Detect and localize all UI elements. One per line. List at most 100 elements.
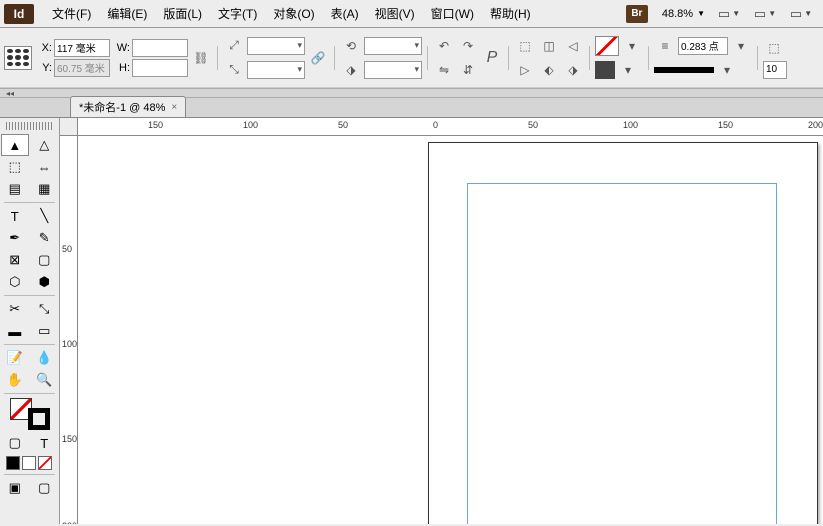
constrain-icon[interactable]: ⛓ [190, 47, 212, 69]
scissors-tool[interactable]: ✂ [1, 298, 29, 320]
rotate-dropdown[interactable] [364, 37, 422, 55]
shear-icon: ⬗ [340, 59, 362, 81]
opacity-input[interactable] [763, 61, 787, 79]
w-input[interactable] [132, 39, 188, 57]
y-input[interactable] [54, 59, 110, 77]
direct-selection-tool[interactable]: △ [31, 134, 59, 156]
type-tool[interactable]: T [1, 205, 29, 227]
free-transform-tool[interactable]: ⤡ [31, 298, 59, 320]
menu-edit[interactable]: 编辑(E) [99, 1, 155, 26]
scale-y-icon: ⤡ [223, 59, 245, 81]
normal-view-icon[interactable]: ▣ [1, 477, 29, 499]
menu-layout[interactable]: 版面(L) [155, 1, 210, 26]
stroke-style-arrow[interactable]: ▾ [716, 59, 738, 81]
gradient-swatch-tool[interactable]: ▬ [1, 320, 29, 342]
gradient-feather-tool[interactable]: ▭ [31, 320, 59, 342]
reference-point[interactable] [4, 46, 32, 70]
p-icon[interactable]: P [481, 47, 503, 69]
apply-color-swatch[interactable] [6, 456, 20, 470]
stroke-style[interactable] [654, 67, 714, 73]
hand-tool[interactable]: ✋ [1, 369, 29, 391]
menu-table[interactable]: 表(A) [323, 1, 367, 26]
bridge-button[interactable]: Br [626, 5, 648, 23]
stroke-weight-input[interactable] [678, 37, 728, 55]
rotate-cw-icon[interactable]: ↷ [457, 35, 479, 57]
app-logo: Id [4, 4, 34, 24]
control-panel: X: Y: W: H: ⛓ ⤢ ⤡ 🔗 ⟲ [0, 28, 823, 88]
workspace-icon[interactable]: ▭▼ [789, 4, 813, 24]
fill-swatch[interactable] [595, 61, 615, 79]
text-frame[interactable] [467, 183, 777, 524]
link-icon[interactable]: 🔗 [307, 47, 329, 69]
stroke-color[interactable] [28, 408, 50, 430]
screen-mode-icon[interactable]: ▭▼ [717, 4, 741, 24]
preview-view-icon[interactable]: ▢ [31, 477, 59, 499]
stroke-swatch[interactable] [595, 36, 619, 56]
menu-help[interactable]: 帮助(H) [482, 1, 539, 26]
rotate-ccw-icon[interactable]: ↶ [433, 35, 455, 57]
rotate-icon: ⟲ [340, 35, 362, 57]
pencil-tool[interactable]: ✎ [31, 227, 59, 249]
fill-stroke-control[interactable] [10, 398, 50, 430]
eyedropper-tool[interactable]: 💧 [31, 347, 59, 369]
apply-gradient-swatch[interactable] [22, 456, 36, 470]
selection-tool[interactable]: ▲ [1, 134, 29, 156]
collapse-icon: ◂◂ [6, 89, 14, 98]
menu-window[interactable]: 窗口(W) [423, 1, 482, 26]
rectangle-frame-tool[interactable]: ⊠ [1, 249, 29, 271]
menu-object[interactable]: 对象(O) [265, 1, 322, 26]
w-label: W: [116, 42, 130, 54]
page[interactable] [428, 142, 818, 524]
select-last-icon[interactable]: ⬗ [562, 59, 584, 81]
fill-arrow-icon[interactable]: ▾ [617, 59, 639, 81]
tab-close-icon[interactable]: × [171, 102, 177, 113]
flip-v-icon[interactable]: ⇵ [457, 59, 479, 81]
zoom-level[interactable]: 48.8%▼ [656, 8, 711, 20]
line-tool[interactable]: ╲ [31, 205, 59, 227]
content-tool[interactable]: ▤ [1, 178, 29, 200]
scale-x-dropdown[interactable] [247, 37, 305, 55]
page-tool[interactable]: ⬚ [1, 156, 29, 178]
select-prev-icon[interactable]: ◁ [562, 35, 584, 57]
h-label: H: [116, 62, 130, 74]
stroke-weight-arrow[interactable]: ▾ [730, 35, 752, 57]
x-input[interactable] [54, 39, 110, 57]
fx-icon[interactable]: ⬚ [763, 37, 785, 59]
formatting-container-icon[interactable]: ▢ [1, 432, 29, 454]
document-tabs: *未命名-1 @ 48% × [0, 98, 823, 118]
flip-h-icon[interactable]: ⇋ [433, 59, 455, 81]
zoom-tool[interactable]: 🔍 [31, 369, 59, 391]
polygon-tool[interactable]: ⬡ [1, 271, 29, 293]
apply-none-swatch[interactable] [38, 456, 52, 470]
arrange-icon[interactable]: ▭▼ [753, 4, 777, 24]
menu-bar: Id 文件(F) 编辑(E) 版面(L) 文字(T) 对象(O) 表(A) 视图… [0, 0, 823, 28]
toolbox: ▲△ ⬚⇔ ▤▦ T╲ ✒✎ ⊠▢ ⬡⬢ ✂⤡ ▬▭ 📝💧 ✋🔍 ▢T ▣▢ [0, 118, 60, 524]
gap-tool[interactable]: ⇔ [31, 156, 59, 178]
canvas[interactable] [78, 136, 823, 524]
note-tool[interactable]: 📝 [1, 347, 29, 369]
vertical-ruler[interactable]: 50 100 150 200 [60, 136, 78, 524]
menu-view[interactable]: 视图(V) [367, 1, 423, 26]
horizontal-ruler[interactable]: 150 100 50 0 50 100 150 200 [78, 118, 823, 136]
scale-y-dropdown[interactable] [247, 61, 305, 79]
scale-x-icon: ⤢ [223, 35, 245, 57]
formatting-text-icon[interactable]: T [31, 432, 59, 454]
polygon-frame-tool[interactable]: ⬢ [31, 271, 59, 293]
h-input[interactable] [132, 59, 188, 77]
y-label: Y: [38, 62, 52, 74]
shear-dropdown[interactable] [364, 61, 422, 79]
document-tab[interactable]: *未命名-1 @ 48% × [70, 96, 186, 117]
select-first-icon[interactable]: ⬖ [538, 59, 560, 81]
content-tool2[interactable]: ▦ [31, 178, 59, 200]
document-tab-title: *未命名-1 @ 48% [79, 99, 165, 115]
select-container-icon[interactable]: ⬚ [514, 35, 536, 57]
select-content-icon[interactable]: ◫ [538, 35, 560, 57]
stroke-arrow-icon[interactable]: ▾ [621, 35, 643, 57]
ruler-origin[interactable] [60, 118, 78, 136]
menu-file[interactable]: 文件(F) [44, 1, 99, 26]
menu-text[interactable]: 文字(T) [210, 1, 265, 26]
pen-tool[interactable]: ✒ [1, 227, 29, 249]
toolbox-handle[interactable] [6, 122, 53, 130]
rectangle-tool[interactable]: ▢ [31, 249, 59, 271]
select-next-icon[interactable]: ▷ [514, 59, 536, 81]
